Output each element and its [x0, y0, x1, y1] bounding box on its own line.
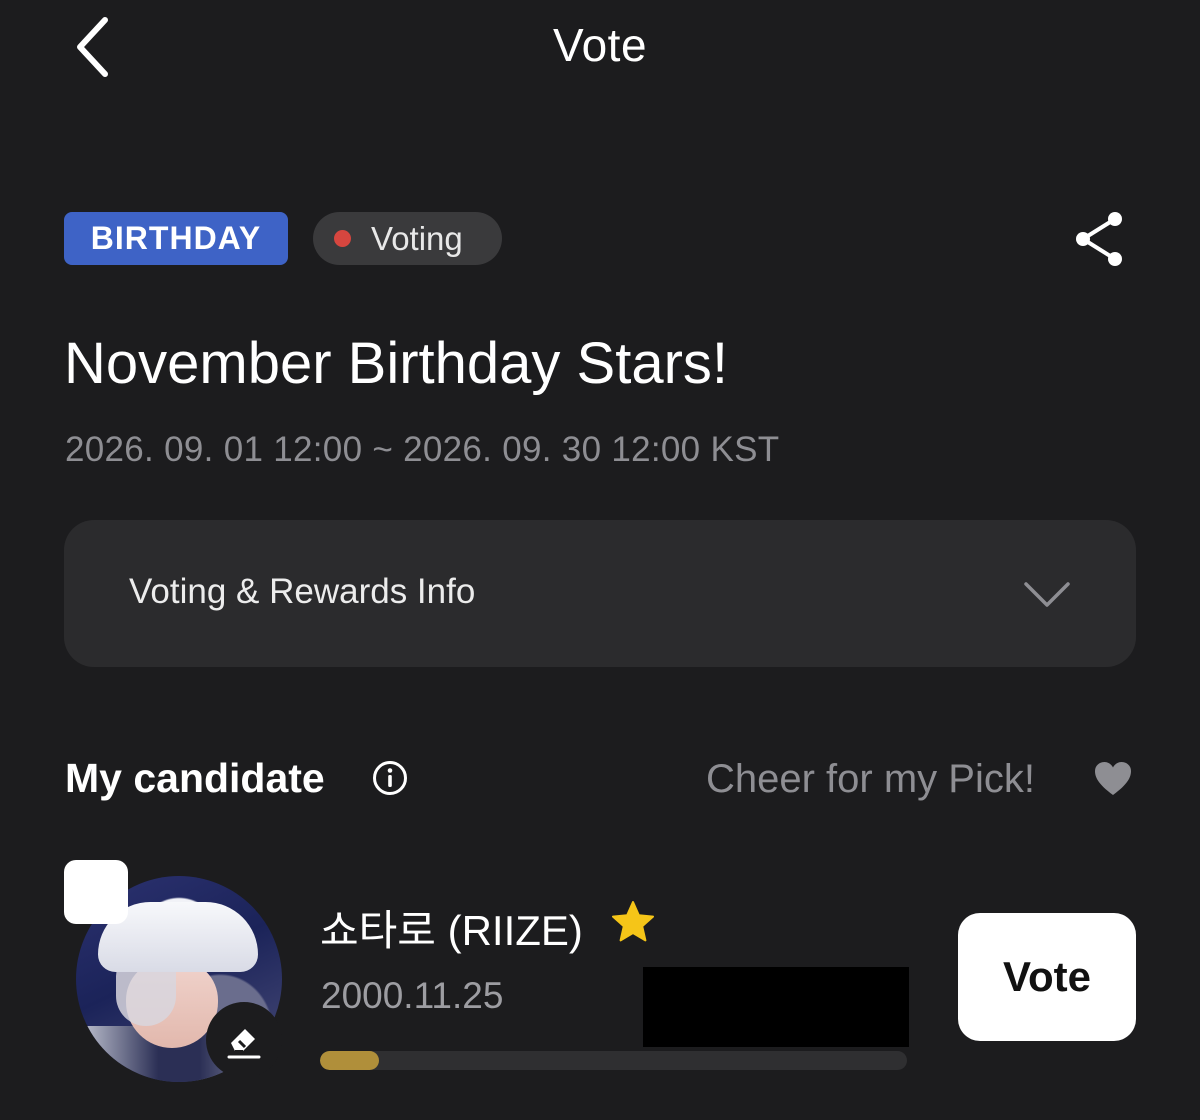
redacted-area: [643, 967, 909, 1047]
chevron-down-icon: [1024, 582, 1070, 607]
vote-button[interactable]: Vote: [958, 913, 1136, 1041]
vote-title: November Birthday Stars!: [64, 331, 729, 396]
share-icon: [1076, 212, 1122, 266]
heart-icon[interactable]: [1094, 761, 1132, 797]
voting-rewards-info-accordion[interactable]: Voting & Rewards Info: [64, 520, 1136, 667]
info-icon[interactable]: [372, 760, 408, 796]
section-title: My candidate: [65, 755, 325, 801]
vote-period: 2026. 09. 01 12:00 ~ 2026. 09. 30 12:00 …: [65, 430, 780, 469]
accordion-label: Voting & Rewards Info: [129, 572, 476, 611]
vote-page: Vote BIRTHDAY Voting November Birthday S…: [0, 0, 1200, 1120]
candidate-birth-date: 2000.11.25: [321, 975, 504, 1016]
vote-progress-fill: [320, 1051, 379, 1070]
page-title: Vote: [552, 19, 648, 71]
share-button[interactable]: [1068, 206, 1130, 272]
status-badge: Voting: [313, 212, 502, 265]
candidate-name: 쇼타로 (RIIZE): [320, 907, 583, 954]
candidate-checkbox[interactable]: [64, 860, 128, 924]
vote-progress-bar: [320, 1051, 907, 1070]
status-label: Voting: [371, 219, 463, 257]
eraser-icon: [206, 1002, 282, 1078]
category-tag: BIRTHDAY: [64, 212, 288, 265]
star-icon: [612, 901, 654, 942]
cheer-link[interactable]: Cheer for my Pick!: [706, 757, 1035, 802]
status-dot-icon: [334, 230, 351, 247]
